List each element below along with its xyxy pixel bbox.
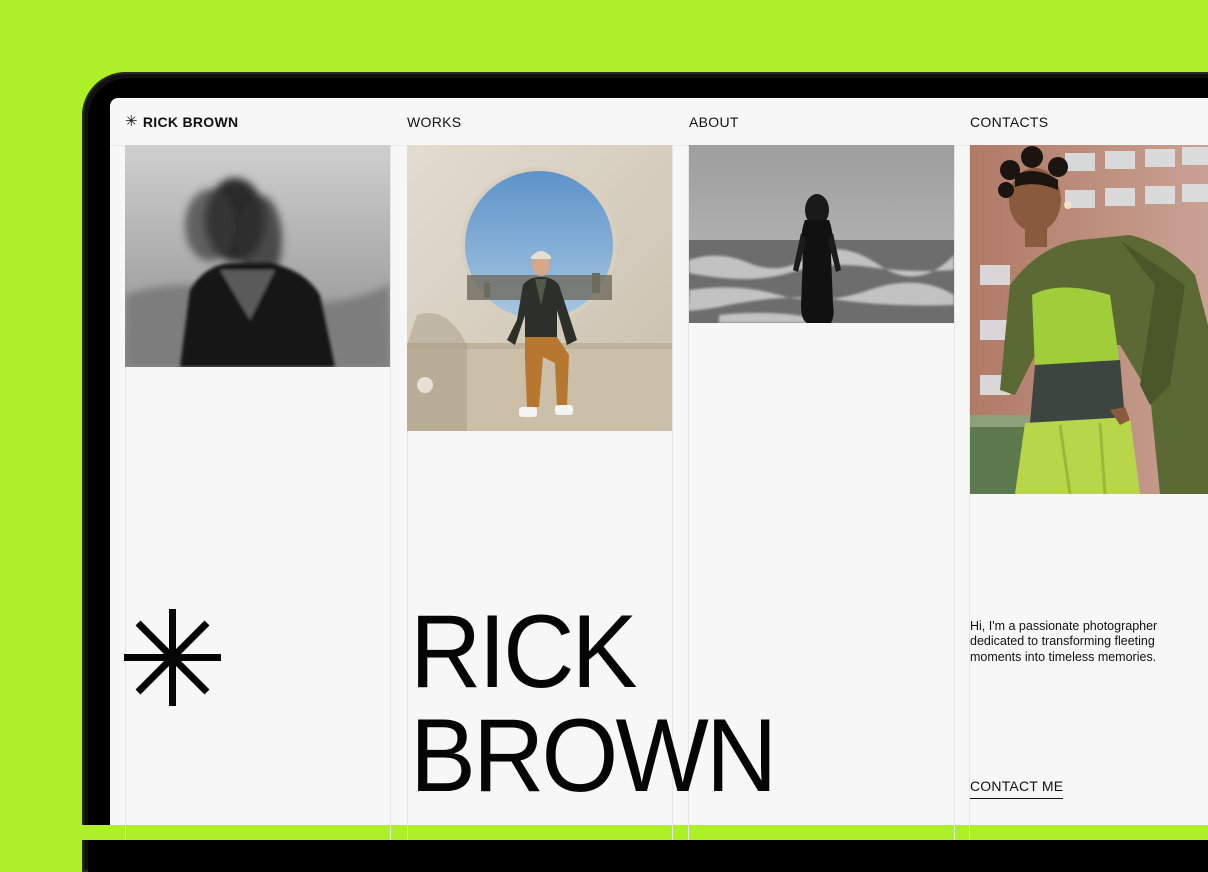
asterisk-icon xyxy=(124,609,221,706)
woman-green-outfit-photo[interactable] xyxy=(970,145,1208,494)
column-line xyxy=(390,145,391,840)
logo-link[interactable]: ✳ RICK BROWN xyxy=(125,113,239,131)
hero-title-line1: RICK xyxy=(410,594,638,710)
hero-title-line2: BROWN xyxy=(410,698,777,814)
woman-sea-bw-photo[interactable] xyxy=(689,145,954,323)
man-round-window-photo[interactable] xyxy=(407,145,672,431)
nav-contacts[interactable]: CONTACTS xyxy=(970,114,1048,130)
bottom-background-strip xyxy=(82,825,1208,840)
blurred-woman-bw-photo[interactable] xyxy=(125,145,390,367)
nav-works[interactable]: WORKS xyxy=(407,114,461,130)
nav-about[interactable]: ABOUT xyxy=(689,114,739,130)
hero-title: RICK BROWN xyxy=(410,594,777,814)
column-line xyxy=(954,145,955,840)
contact-me-link[interactable]: CONTACT ME xyxy=(970,778,1064,799)
asterisk-icon: ✳ xyxy=(125,113,138,130)
intro-text: Hi, I'm a passionate photographer dedica… xyxy=(970,618,1158,664)
logo-text: RICK BROWN xyxy=(142,114,239,130)
